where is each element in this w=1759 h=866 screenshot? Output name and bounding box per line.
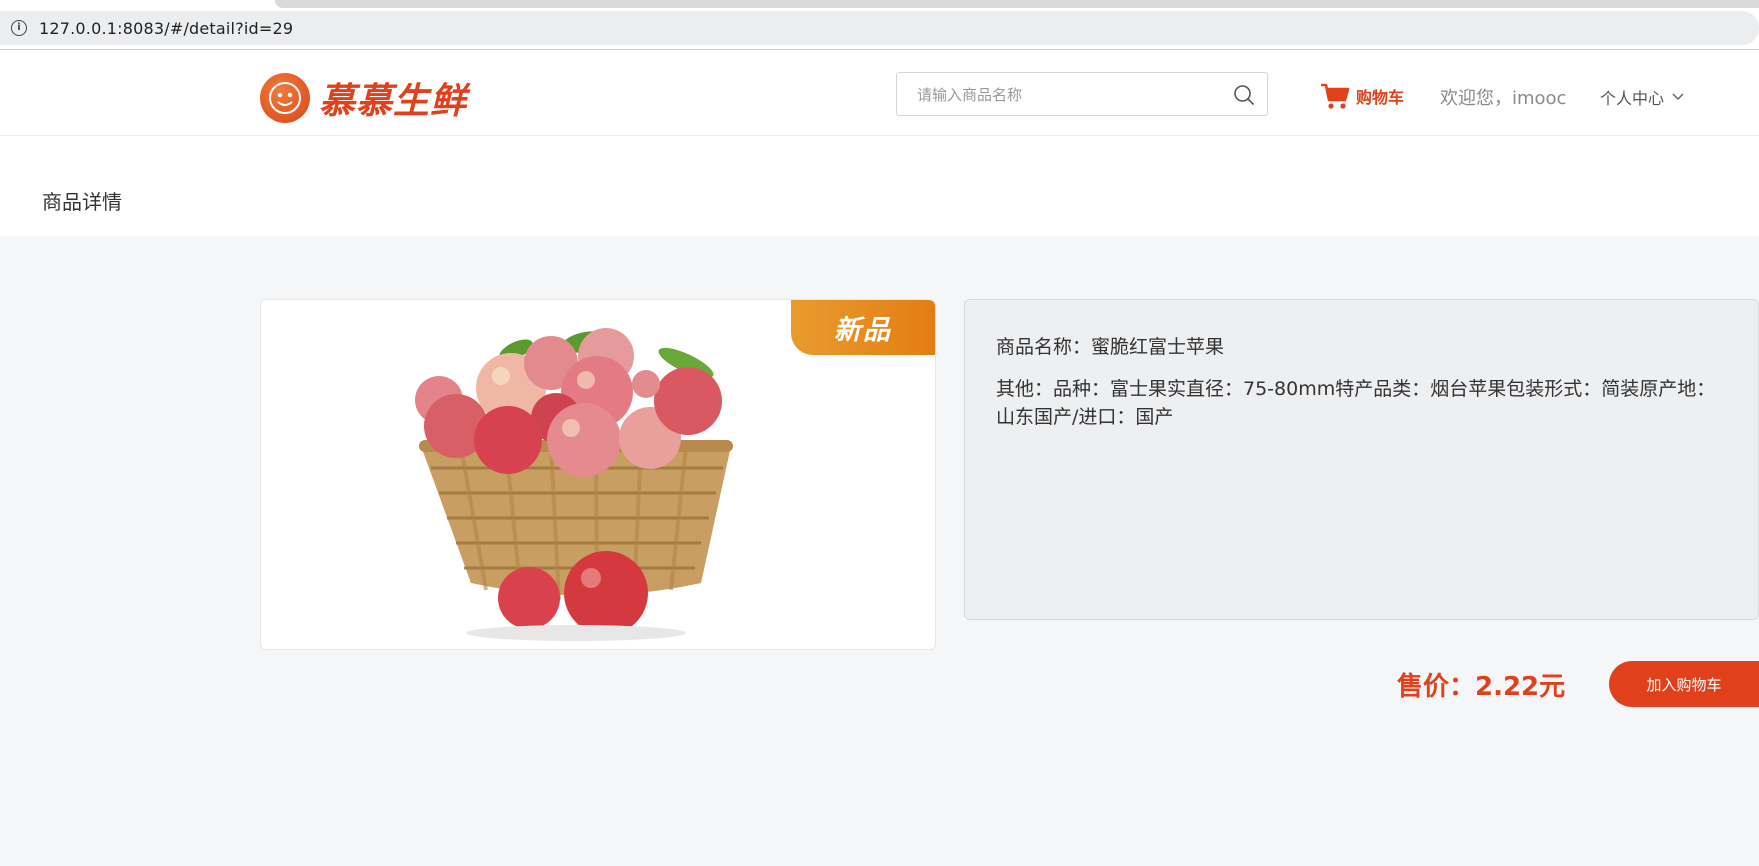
chevron-down-icon[interactable]	[1672, 93, 1684, 101]
search-icon[interactable]	[1233, 84, 1255, 106]
user-center-label[interactable]: 个人中心	[1600, 85, 1664, 109]
search-box[interactable]	[896, 72, 1268, 117]
cart-label[interactable]: 购物车	[1356, 84, 1404, 108]
user-center-dropdown[interactable]: 个人中心	[1600, 85, 1684, 109]
cart-icon	[1321, 83, 1350, 109]
logo[interactable]: 慕慕生鲜	[260, 72, 467, 124]
add-to-cart-button[interactable]: 加入购物车	[1609, 661, 1759, 707]
address-bar[interactable]: i 127.0.0.1:8083/#/detail?id=29	[0, 11, 1759, 45]
info-icon[interactable]: i	[11, 20, 27, 36]
welcome-text: 欢迎您，imooc	[1440, 88, 1567, 109]
title-bar: 商品详情	[0, 136, 1759, 236]
new-product-badge: 新品	[791, 300, 935, 355]
search-input[interactable]	[915, 73, 1219, 117]
product-price: 售价：2.22元	[1397, 672, 1566, 702]
page-title: 商品详情	[42, 190, 122, 214]
product-specs: 其他：品种：富士果实直径：75-80mm特产品类：烟台苹果包装形式：简装原产地：…	[996, 378, 1716, 428]
product-info-panel: 商品名称：蜜脆红富士苹果 其他：品种：富士果实直径：75-80mm特产品类：烟台…	[964, 299, 1759, 620]
logo-badge-icon	[260, 73, 310, 123]
cart-link[interactable]: 购物车	[1320, 82, 1404, 110]
logo-text: 慕慕生鲜	[319, 81, 468, 122]
url-text[interactable]: 127.0.0.1:8083/#/detail?id=29	[39, 19, 293, 38]
site-header: 慕慕生鲜 购物车 欢迎您，imooc 个人中心	[0, 50, 1759, 136]
product-name: 商品名称：蜜脆红富士苹果	[996, 336, 1225, 358]
product-image	[415, 328, 733, 641]
tab-strip	[275, 0, 1759, 8]
product-image-card: 新品	[260, 299, 936, 650]
browser-chrome: i 127.0.0.1:8083/#/detail?id=29	[0, 0, 1759, 50]
